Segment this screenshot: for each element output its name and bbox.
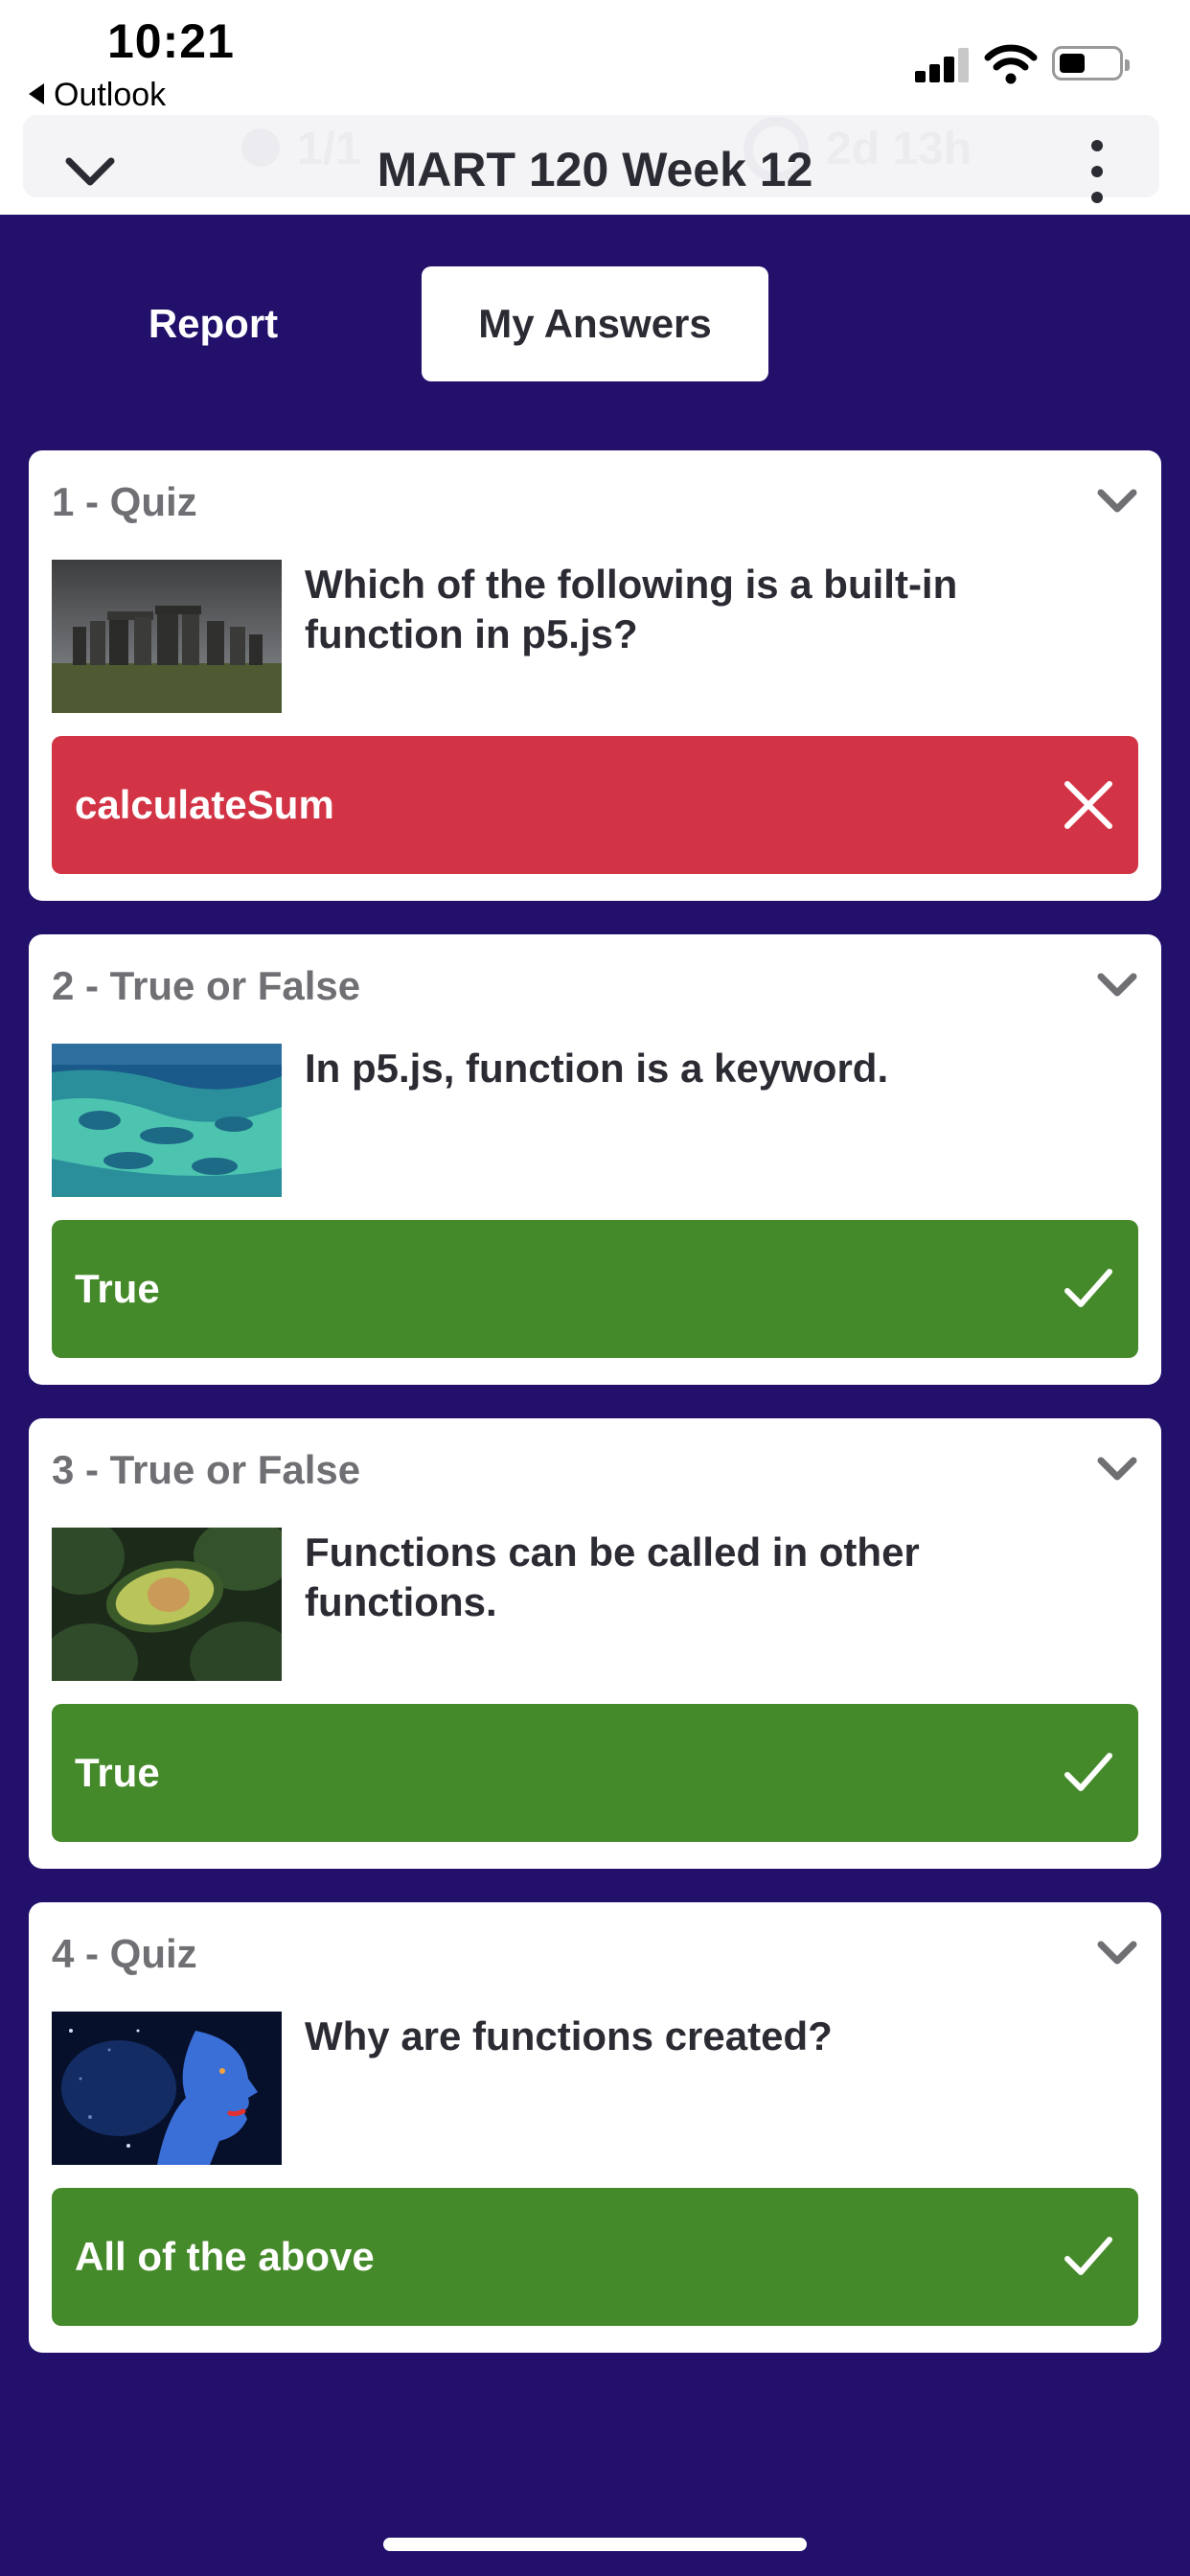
question-header: 4 - Quiz	[52, 1931, 197, 1976]
wifi-icon	[984, 44, 1038, 84]
question-text: In p5.js, function is a keyword.	[305, 1046, 889, 1091]
close-icon	[1064, 781, 1112, 829]
question-card[interactable]: 3 - True or False Functions can be calle…	[29, 1418, 1161, 1869]
question-text: Functions can be called in other functio…	[305, 1530, 920, 1624]
cellular-signal-icon	[915, 48, 969, 82]
answer-label: True	[75, 1266, 160, 1311]
expand-chevron-icon[interactable]	[1096, 971, 1138, 1000]
question-card[interactable]: 1 - Quiz Which of the following is a bui…	[29, 450, 1161, 901]
home-indicator[interactable]	[383, 2538, 807, 2551]
question-text: Which of the following is a built-in fun…	[305, 562, 958, 656]
tab-my-answers[interactable]: My Answers	[422, 266, 768, 381]
answer-label: True	[75, 1750, 160, 1795]
answer-label: calculateSum	[75, 782, 334, 827]
reef-thumbnail	[52, 1044, 282, 1197]
answer-label: All of the above	[75, 2234, 375, 2279]
page-title: MART 120 Week 12	[377, 143, 813, 196]
checkmark-icon	[1064, 1269, 1112, 1307]
tab-report[interactable]: Report	[96, 266, 331, 381]
question-header: 3 - True or False	[52, 1447, 361, 1492]
more-options-icon[interactable]	[1083, 140, 1111, 203]
back-to-app-link[interactable]: Outlook	[29, 77, 166, 114]
back-arrow-icon	[29, 83, 44, 104]
answer-correct: True	[52, 1704, 1138, 1842]
answer-incorrect: calculateSum	[52, 736, 1138, 874]
expand-chevron-icon[interactable]	[1096, 1455, 1138, 1484]
expand-chevron-icon[interactable]	[1096, 1939, 1138, 1967]
avocado-thumbnail	[52, 1528, 282, 1681]
answer-correct: True	[52, 1220, 1138, 1358]
question-card[interactable]: 4 - Quiz Why are functions created? All …	[29, 1902, 1161, 2353]
question-header: 1 - Quiz	[52, 479, 197, 524]
galaxy-face-thumbnail	[52, 2012, 282, 2165]
stonehenge-thumbnail	[52, 560, 282, 713]
answer-correct: All of the above	[52, 2188, 1138, 2326]
question-text: Why are functions created?	[305, 2013, 833, 2058]
status-time: 10:21	[107, 14, 235, 68]
question-card[interactable]: 2 - True or False In p5.js, function is …	[29, 934, 1161, 1385]
question-header: 2 - True or False	[52, 963, 361, 1008]
battery-icon	[1052, 46, 1130, 80]
checkmark-icon	[1064, 2237, 1112, 2275]
top-bar: 1/1 2d 13h 10:21 Outlook MART 120 Week 1…	[0, 0, 1190, 215]
expand-chevron-icon[interactable]	[1096, 487, 1138, 516]
back-app-label: Outlook	[54, 77, 167, 113]
checkmark-icon	[1064, 1753, 1112, 1791]
